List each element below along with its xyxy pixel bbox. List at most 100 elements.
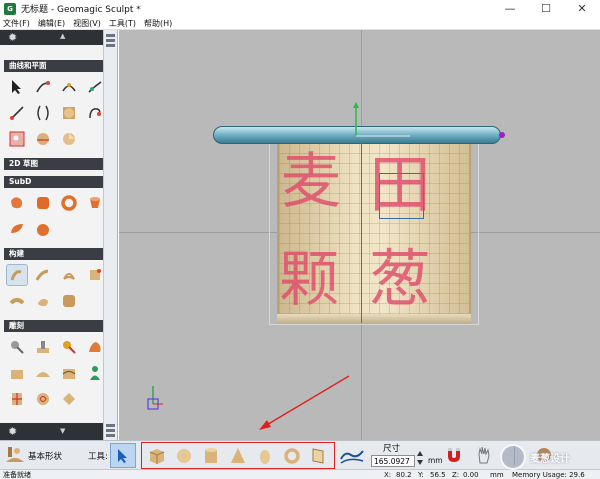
- palette-scrollbar[interactable]: [103, 30, 117, 440]
- text-char-4: 葱: [369, 242, 432, 315]
- section-subd[interactable]: SubD: [4, 176, 104, 188]
- tool-row: [6, 336, 104, 358]
- egg-icon[interactable]: [255, 446, 275, 466]
- build-drop-icon[interactable]: [32, 290, 54, 312]
- maximize-button[interactable]: ☐: [528, 0, 564, 17]
- menu-bar: 文件(F) 编辑(E) 视图(V) 工具(T) 帮助(H): [0, 17, 600, 30]
- build-box-icon[interactable]: [84, 264, 104, 286]
- hand-icon[interactable]: [473, 444, 495, 466]
- palette-top-bar: ✹ ▲: [0, 30, 104, 45]
- bracket-curve-icon[interactable]: [32, 102, 54, 124]
- axis-gizmo: [147, 386, 163, 410]
- y-value: 56.5: [430, 471, 446, 479]
- transform-gizmo[interactable]: [345, 100, 415, 140]
- tools-label: 工具:: [88, 452, 108, 462]
- x-value: 80.2: [396, 471, 412, 479]
- z-value: 0.00: [463, 471, 479, 479]
- size-input[interactable]: [371, 455, 415, 467]
- build-pipe-icon[interactable]: [6, 290, 28, 312]
- subd-cube-icon[interactable]: [32, 192, 54, 214]
- 3d-viewport[interactable]: 麦 田 颗 葱: [119, 30, 600, 440]
- subd-tube-icon[interactable]: [84, 192, 104, 214]
- sculpt-groove-icon[interactable]: [58, 362, 80, 384]
- cylinder-base: [277, 314, 471, 324]
- plane-select-icon[interactable]: [6, 128, 28, 150]
- gear-icon[interactable]: ✹: [8, 31, 21, 44]
- basic-shapes-label: 基本形状: [28, 452, 63, 462]
- tool-row: [6, 264, 104, 286]
- minimize-button[interactable]: —: [492, 0, 528, 17]
- sphere-quarter-icon[interactable]: [58, 128, 80, 150]
- sculpt-smooth-icon[interactable]: [32, 362, 54, 384]
- arrow-pointer-icon: [118, 448, 127, 463]
- cylinder-icon[interactable]: [201, 446, 221, 466]
- section-build[interactable]: 构建: [4, 248, 104, 260]
- x-label: X:: [384, 471, 392, 479]
- watermark-logo-icon: [500, 444, 526, 470]
- close-button[interactable]: ✕: [564, 0, 600, 17]
- size-label: 尺寸: [383, 444, 401, 454]
- menu-file[interactable]: 文件(F): [3, 18, 30, 29]
- primitive-shapes-group: [141, 442, 335, 469]
- size-unit: mm: [428, 456, 443, 465]
- size-spinner[interactable]: [416, 449, 424, 467]
- sculpt-pattern-icon[interactable]: [6, 388, 28, 410]
- tool-row: [6, 102, 104, 124]
- subd-blob-icon[interactable]: [6, 192, 28, 214]
- section-sculpt[interactable]: 雕刻: [4, 320, 104, 332]
- subd-leaf-icon[interactable]: [6, 218, 28, 240]
- sculpt-clay-icon[interactable]: [84, 336, 104, 358]
- sculpt-twist-icon[interactable]: [32, 388, 54, 410]
- sculpt-brush-icon[interactable]: [58, 336, 80, 358]
- basic-shapes-icon: [6, 447, 24, 462]
- build-select-icon[interactable]: [6, 264, 28, 286]
- sculpt-layer-icon[interactable]: [6, 362, 28, 384]
- curve-branch-icon[interactable]: [84, 76, 104, 98]
- curve-pen-icon[interactable]: [32, 76, 54, 98]
- build-knot-icon[interactable]: [58, 264, 80, 286]
- annotation-arrow: [259, 375, 350, 430]
- section-curves-planes[interactable]: 曲线和平面: [4, 60, 104, 72]
- text-char-2: 田: [369, 148, 432, 221]
- geomagic-app-icon: G: [4, 2, 16, 15]
- cube-icon[interactable]: [147, 446, 167, 466]
- build-tentacle-icon[interactable]: [32, 264, 54, 286]
- chevron-down-icon[interactable]: ▼: [60, 427, 65, 435]
- hook-curve-icon[interactable]: [84, 102, 104, 124]
- menu-edit[interactable]: 编辑(E): [38, 18, 65, 29]
- chevron-up-icon[interactable]: ▲: [60, 32, 65, 40]
- section-2d-sketch[interactable]: 2D 草图: [4, 158, 104, 170]
- arrow-pointer-icon[interactable]: [6, 76, 28, 98]
- select-arrow-button[interactable]: [110, 443, 136, 468]
- magnet-icon[interactable]: [443, 444, 465, 466]
- sphere-icon[interactable]: [174, 446, 194, 466]
- build-form-icon[interactable]: [58, 290, 80, 312]
- watermark-text: 麦葱设计: [530, 453, 570, 465]
- plane-icon[interactable]: [308, 446, 328, 466]
- sphere-cut-icon[interactable]: [58, 102, 80, 124]
- gear-icon[interactable]: ✹: [8, 425, 21, 438]
- symmetry-tool-icon[interactable]: [339, 445, 365, 467]
- tool-palette: ✹ ▲ 曲线和平面 2D 草图 SubD 构建 雕刻 ✹ ▼: [0, 30, 118, 440]
- menu-tools[interactable]: 工具(T): [109, 18, 136, 29]
- cone-icon[interactable]: [228, 446, 248, 466]
- sculpt-carve-icon[interactable]: [58, 388, 80, 410]
- line-pen-icon[interactable]: [6, 102, 28, 124]
- rim-handle[interactable]: [499, 132, 505, 138]
- window-controls: — ☐ ✕: [492, 0, 600, 17]
- curve-edit-icon[interactable]: [58, 76, 80, 98]
- torus-icon[interactable]: [282, 446, 302, 466]
- window-title: 无标题 - Geomagic Sculpt *: [21, 5, 141, 15]
- tool-row: [6, 192, 104, 214]
- menu-view[interactable]: 视图(V): [73, 18, 101, 29]
- y-label: Y:: [418, 471, 424, 479]
- subd-sphere-icon[interactable]: [32, 218, 54, 240]
- subd-torus-icon[interactable]: [58, 192, 80, 214]
- tool-palette-content: ✹ ▲ 曲线和平面 2D 草图 SubD 构建 雕刻 ✹ ▼: [0, 30, 104, 440]
- sculpt-figure-icon[interactable]: [84, 362, 104, 384]
- sculpt-stamp-icon[interactable]: [32, 336, 54, 358]
- menu-help[interactable]: 帮助(H): [144, 18, 172, 29]
- title-bar: G 无标题 - Geomagic Sculpt * — ☐ ✕: [0, 0, 600, 17]
- sphere-section-icon[interactable]: [32, 128, 54, 150]
- sculpt-pin-icon[interactable]: [6, 336, 28, 358]
